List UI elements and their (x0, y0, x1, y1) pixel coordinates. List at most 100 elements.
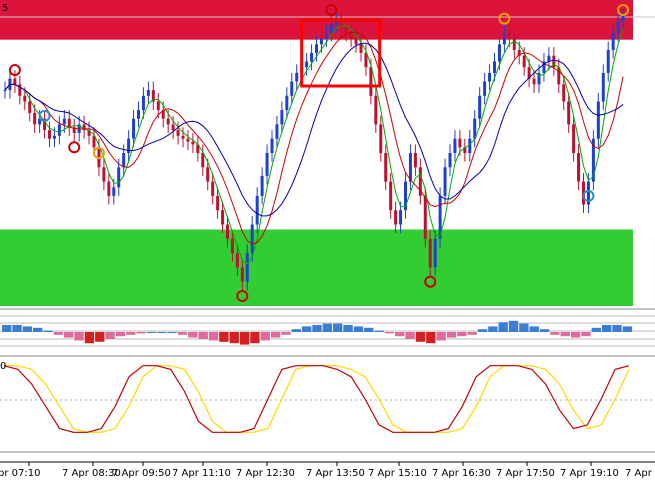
x-tick-label: 7 Apr 15:10 (368, 468, 427, 479)
candle-body (260, 175, 264, 196)
candle-body (611, 32, 615, 51)
candle-body (137, 110, 140, 119)
histogram-bar (301, 326, 312, 332)
histogram-bar (539, 329, 550, 332)
candle-body (191, 141, 195, 145)
candle-body (146, 90, 150, 96)
histogram-bar (384, 332, 395, 334)
candle-body (250, 224, 254, 254)
candle-body (389, 181, 393, 211)
candle-body (606, 50, 610, 73)
candle-body (596, 101, 600, 139)
candle-body (483, 81, 487, 96)
histogram-bar (570, 332, 581, 338)
candle-body (369, 67, 373, 96)
candle-body (399, 210, 403, 225)
candle-body (512, 38, 516, 51)
candle-body (478, 95, 482, 119)
histogram-bar (105, 332, 115, 339)
histogram-bar (84, 332, 95, 344)
histogram-bar (115, 332, 126, 337)
candle-body (33, 112, 37, 125)
candle-body (3, 90, 7, 92)
candle-body (13, 78, 17, 85)
candle-body (107, 181, 111, 196)
histogram-bar (43, 330, 53, 332)
right-margin (633, 0, 655, 306)
histogram-bar (2, 325, 12, 332)
histogram-bar (270, 332, 281, 338)
candle-body (235, 253, 239, 268)
histogram-bar (177, 332, 188, 335)
histogram-bar (322, 323, 333, 332)
histogram-bar (508, 320, 519, 332)
chart-canvas[interactable]: 50pr 07:10 7 Apr 08:307 Apr 09:50 7 Apr 11… (0, 0, 655, 483)
histogram-bar (64, 332, 74, 338)
histogram-bar (591, 327, 601, 332)
candle-body (428, 238, 432, 268)
candle-body (394, 210, 398, 225)
candle-body (176, 130, 180, 136)
candle-body (616, 21, 620, 33)
histogram-bar (395, 332, 405, 337)
candle-body (497, 44, 501, 62)
histogram-bar (53, 332, 64, 335)
histogram-bar (622, 326, 632, 332)
histogram-bar (457, 332, 467, 337)
candle-body (112, 187, 116, 196)
x-tick-label: 7 Apr 17:50 (496, 468, 555, 479)
zone-oversold (0, 229, 633, 306)
candle-body (245, 253, 249, 282)
histogram-bar (33, 327, 43, 332)
candle-body (324, 32, 328, 39)
candle-body (290, 81, 294, 96)
histogram-bar (550, 332, 560, 335)
candle-body (443, 167, 447, 196)
candle-body (117, 167, 121, 188)
candle-body (384, 153, 388, 182)
x-tick-label: 7 Apr 16:30 (432, 468, 491, 479)
histogram-bar (167, 332, 177, 333)
histogram-bar (12, 325, 22, 332)
candle-body (156, 101, 160, 111)
candle-body (57, 124, 61, 136)
candle-body (255, 195, 259, 225)
candle-body (48, 130, 51, 139)
candle-body (379, 124, 383, 153)
candle-body (206, 167, 210, 182)
x-tick-label: pr 07:10 (0, 468, 40, 479)
histogram-bar (22, 326, 33, 332)
candle-body (319, 38, 323, 45)
candle-body (315, 44, 318, 53)
candle-body (28, 101, 32, 113)
candle-body (181, 135, 185, 139)
histogram-bar (446, 332, 457, 338)
histogram-bar (405, 332, 415, 339)
x-tick-label: 7 Apr 12:30 (236, 468, 295, 479)
candle-body (572, 124, 576, 153)
zone-neutral (0, 39, 633, 230)
candle-body (329, 24, 333, 33)
candle-body (23, 95, 27, 102)
candle-body (493, 61, 496, 73)
candle-body (171, 124, 175, 131)
candle-body (601, 72, 605, 102)
top-left-axis-label: 5 (2, 3, 8, 14)
candle-body (413, 153, 417, 168)
candle-body (433, 238, 437, 268)
histogram-bar (312, 325, 322, 332)
histogram-bar (95, 332, 105, 342)
histogram-bar (229, 332, 239, 344)
candle-body (522, 55, 526, 68)
candle-body (240, 267, 244, 282)
histogram-bar (374, 330, 384, 332)
histogram-bar (291, 329, 301, 332)
candle-body (226, 224, 229, 239)
candle-body (562, 84, 566, 102)
histogram-bar (126, 332, 136, 335)
histogram-bar (364, 327, 374, 332)
x-tick-label: 7 Apr 13:50 (306, 468, 365, 479)
x-tick-label: 7 Apr 19:10 (560, 468, 619, 479)
candle-body (62, 118, 66, 125)
histogram-bar (560, 332, 570, 337)
